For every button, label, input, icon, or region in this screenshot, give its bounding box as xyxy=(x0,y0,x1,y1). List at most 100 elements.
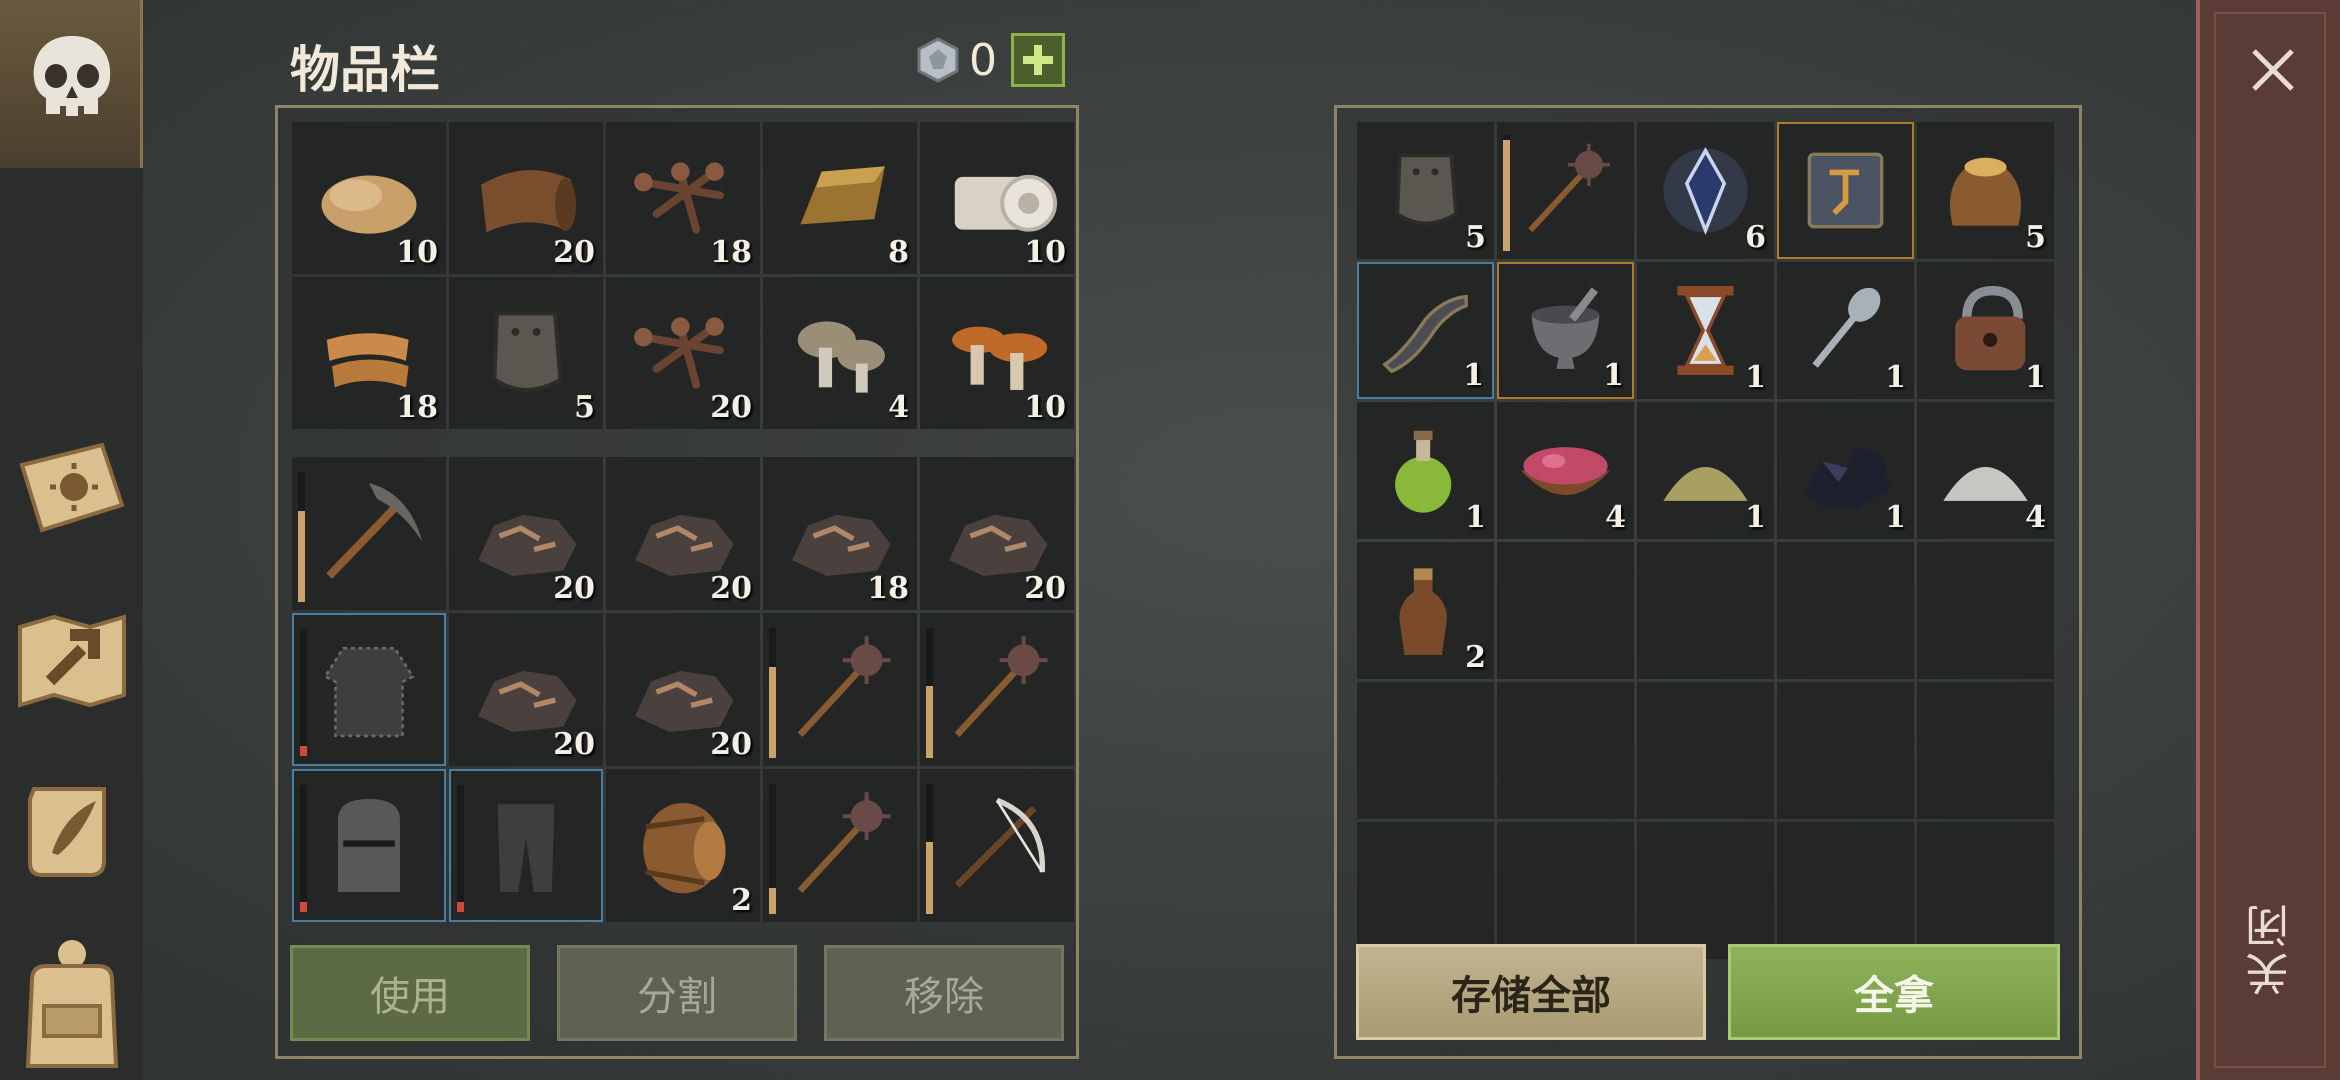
item-count: 1 xyxy=(1603,358,1624,393)
close-icon[interactable] xyxy=(2248,45,2298,95)
chainmail-leggings-icon xyxy=(461,781,591,910)
empty-slot[interactable] xyxy=(1497,542,1634,679)
item-count: 20 xyxy=(1024,571,1066,606)
nav-item-quests[interactable] xyxy=(0,755,143,905)
container-grid: 5 6 5 1 1 1 1 1 1 4 1 1 4 2 xyxy=(1357,122,2054,959)
item-count: 20 xyxy=(553,235,595,270)
barrel-icon xyxy=(616,779,750,912)
item-slot[interactable]: 2 xyxy=(1357,542,1494,679)
empty-slot[interactable] xyxy=(1497,682,1634,819)
item-slot[interactable]: 5 xyxy=(1357,122,1494,259)
item-count: 2 xyxy=(731,883,752,918)
item-count: 2 xyxy=(1465,640,1486,675)
empty-slot[interactable] xyxy=(1917,542,2054,679)
item-slot[interactable] xyxy=(763,613,917,766)
nav-item-journal[interactable] xyxy=(0,415,143,565)
item-slot[interactable]: 1 xyxy=(1777,402,1914,539)
remove-button[interactable]: 移除 xyxy=(824,945,1064,1041)
empty-slot[interactable] xyxy=(1357,822,1494,959)
item-count: 10 xyxy=(1024,390,1066,425)
split-button[interactable]: 分割 xyxy=(557,945,797,1041)
add-currency-button[interactable] xyxy=(1011,33,1065,87)
item-slot[interactable]: 18 xyxy=(292,277,446,429)
durability-bar xyxy=(300,629,307,756)
item-slot[interactable] xyxy=(920,613,1074,766)
item-slot[interactable]: 10 xyxy=(292,122,446,274)
item-slot[interactable]: 4 xyxy=(1497,402,1634,539)
mace-icon xyxy=(930,623,1064,756)
plus-icon xyxy=(1023,45,1053,75)
durability-bar xyxy=(1503,134,1510,251)
empty-slot[interactable] xyxy=(1917,682,2054,819)
item-slot[interactable]: 10 xyxy=(920,122,1074,274)
item-slot[interactable]: 1 xyxy=(1637,262,1774,399)
item-slot[interactable]: 6 xyxy=(1637,122,1774,259)
item-slot[interactable] xyxy=(1777,122,1914,259)
close-panel[interactable]: 关闭 xyxy=(2196,0,2340,1080)
empty-slot[interactable] xyxy=(1777,822,1914,959)
item-slot[interactable]: 4 xyxy=(1917,402,2054,539)
item-slot[interactable]: 20 xyxy=(606,457,760,610)
item-slot[interactable]: 20 xyxy=(606,277,760,429)
durability-bar xyxy=(769,627,776,758)
item-slot[interactable]: 5 xyxy=(449,277,603,429)
item-slot[interactable]: 1 xyxy=(1917,262,2054,399)
item-slot[interactable]: 20 xyxy=(449,613,603,766)
item-slot[interactable]: 1 xyxy=(1777,262,1914,399)
item-count: 6 xyxy=(1745,220,1766,255)
inventory-bottom-grid: 20 20 18 20 20 20 2 xyxy=(292,457,1074,922)
iron-plate-icon xyxy=(459,287,593,419)
empty-slot[interactable] xyxy=(1357,682,1494,819)
item-count: 1 xyxy=(1465,500,1486,535)
empty-slot[interactable] xyxy=(1777,542,1914,679)
item-slot[interactable]: 20 xyxy=(606,613,760,766)
empty-slot[interactable] xyxy=(1777,682,1914,819)
side-nav xyxy=(0,0,143,1080)
use-button[interactable]: 使用 xyxy=(290,945,530,1041)
item-slot[interactable]: 1 xyxy=(1357,402,1494,539)
item-slot[interactable]: 1 xyxy=(1357,262,1494,399)
mace-icon xyxy=(773,779,907,912)
item-slot[interactable] xyxy=(292,613,446,766)
item-slot[interactable]: 18 xyxy=(606,122,760,274)
empty-slot[interactable] xyxy=(1637,542,1774,679)
item-slot[interactable]: 1 xyxy=(1497,262,1634,399)
store-all-button[interactable]: 存储全部 xyxy=(1356,944,1706,1040)
item-slot[interactable]: 20 xyxy=(920,457,1074,610)
item-count: 4 xyxy=(1605,500,1626,535)
item-slot[interactable]: 4 xyxy=(763,277,917,429)
item-slot[interactable]: 20 xyxy=(449,122,603,274)
item-slot[interactable]: 2 xyxy=(606,769,760,922)
item-slot[interactable] xyxy=(292,457,446,610)
nav-item-character[interactable] xyxy=(0,0,143,168)
item-slot[interactable]: 1 xyxy=(1637,402,1774,539)
inventory-top-grid: 10 20 18 8 10 18 5 20 4 10 xyxy=(292,122,1074,429)
skull-icon xyxy=(22,30,122,130)
item-slot[interactable] xyxy=(763,769,917,922)
item-count: 20 xyxy=(553,727,595,762)
empty-slot[interactable] xyxy=(1637,682,1774,819)
nav-item-backpack[interactable] xyxy=(0,925,143,1075)
craft-map-icon xyxy=(17,614,126,708)
close-label-wrap: 关闭 xyxy=(2200,900,2340,996)
empty-slot[interactable] xyxy=(1637,822,1774,959)
item-count: 10 xyxy=(396,235,438,270)
item-count: 5 xyxy=(1465,220,1486,255)
item-slot[interactable]: 8 xyxy=(763,122,917,274)
item-slot[interactable] xyxy=(292,769,446,922)
item-slot[interactable]: 5 xyxy=(1917,122,2054,259)
item-count: 20 xyxy=(710,571,752,606)
empty-slot[interactable] xyxy=(1497,822,1634,959)
empty-slot[interactable] xyxy=(1917,822,2054,959)
item-slot[interactable]: 10 xyxy=(920,277,1074,429)
item-slot[interactable]: 18 xyxy=(763,457,917,610)
durability-bar xyxy=(926,627,933,758)
item-count: 1 xyxy=(1463,358,1484,393)
close-label[interactable]: 关闭 xyxy=(2240,900,2304,996)
item-slot[interactable] xyxy=(920,769,1074,922)
item-slot[interactable] xyxy=(449,769,603,922)
nav-item-crafting[interactable] xyxy=(0,585,143,735)
take-all-button[interactable]: 全拿 xyxy=(1728,944,2060,1040)
item-slot[interactable]: 20 xyxy=(449,457,603,610)
item-slot[interactable] xyxy=(1497,122,1634,259)
